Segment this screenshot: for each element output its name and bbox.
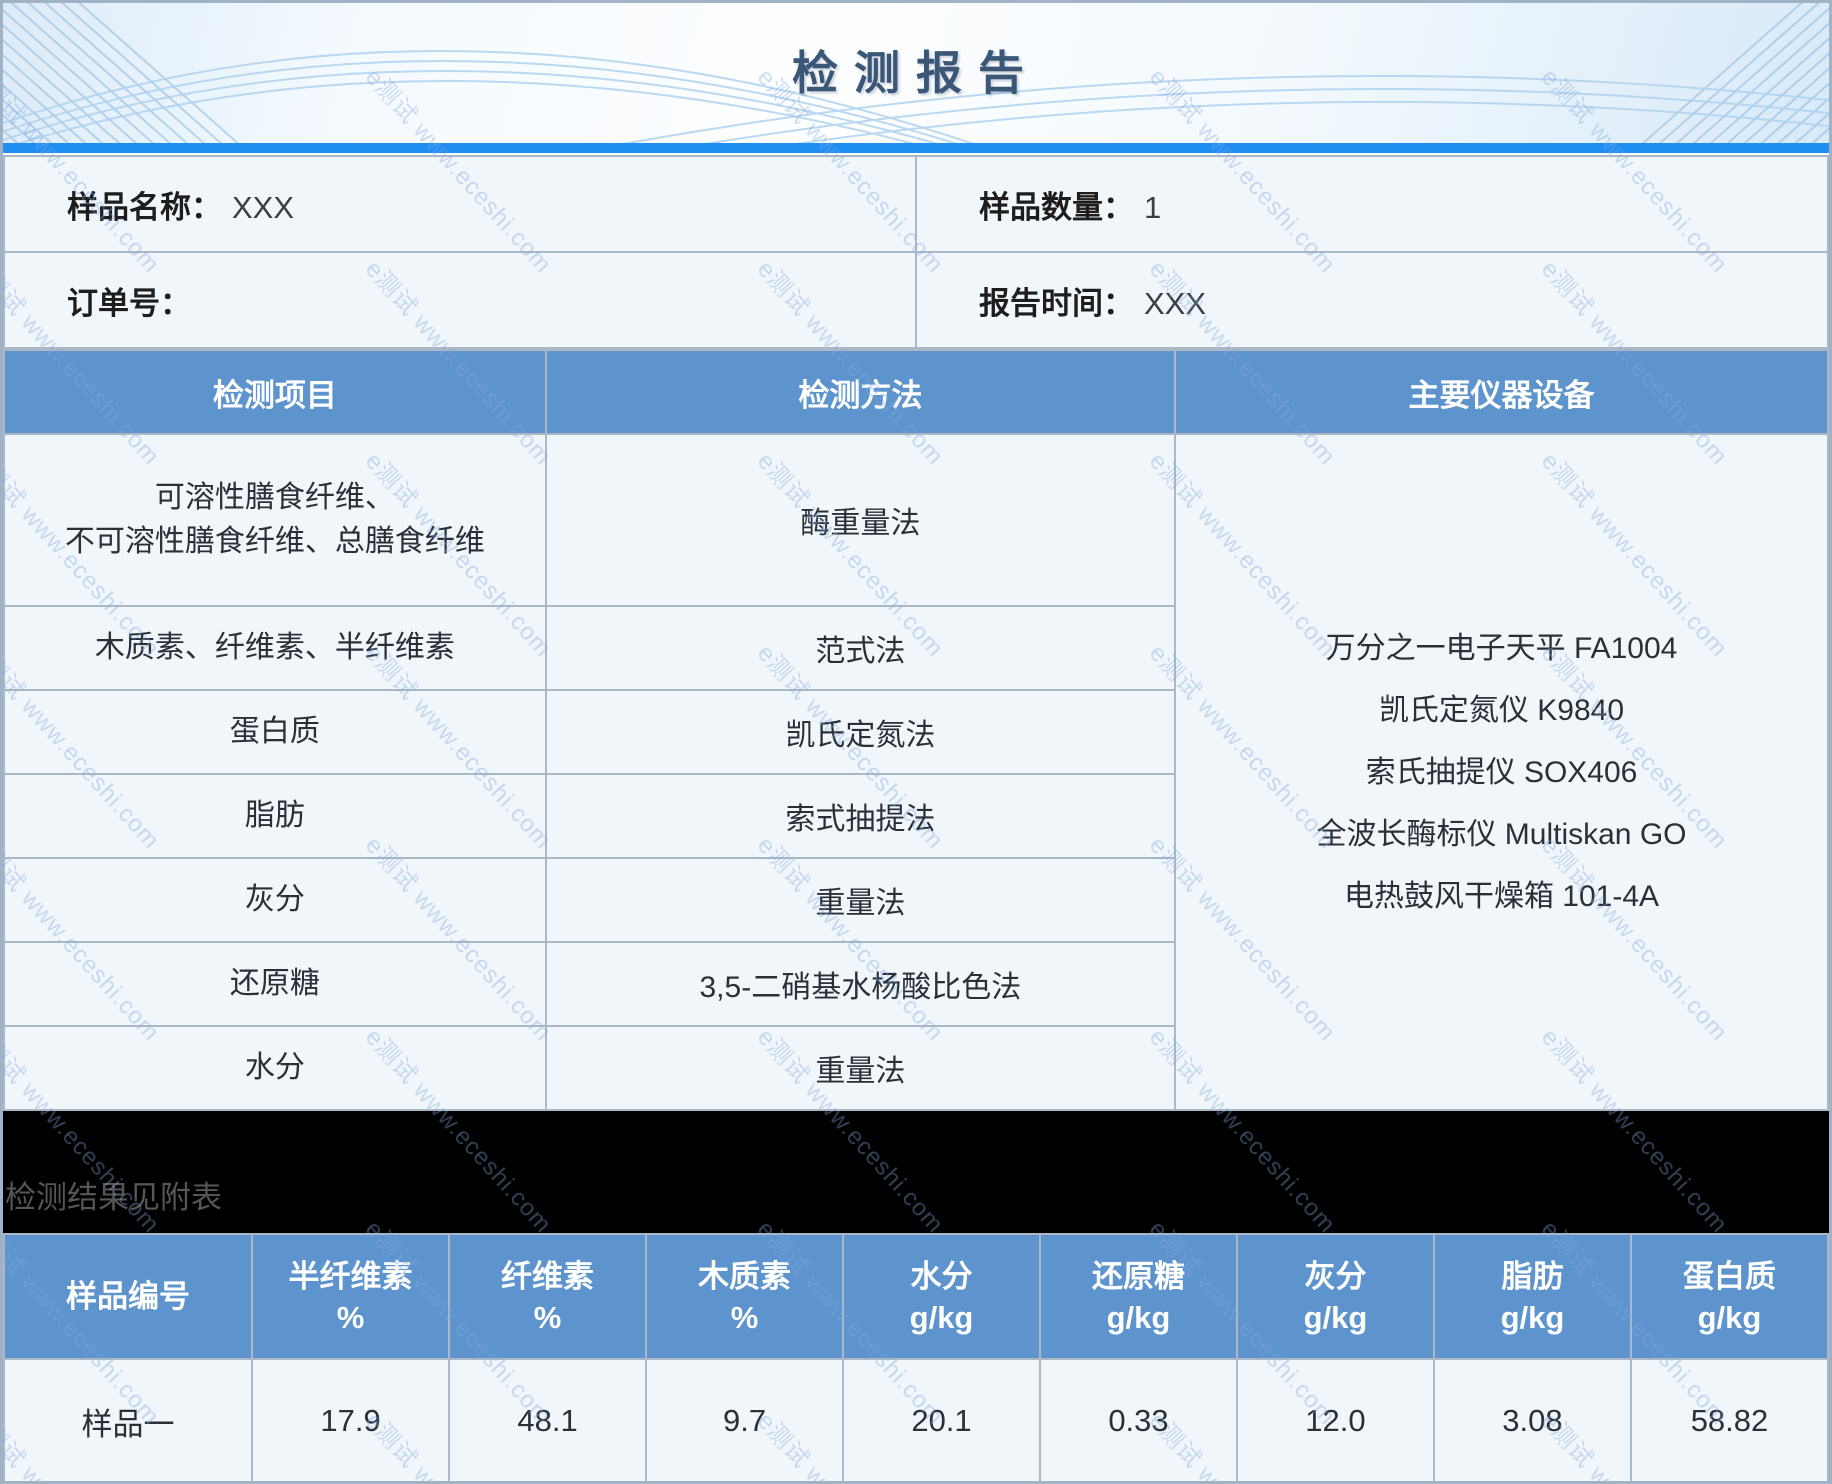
col-name: 半纤维素 [253, 1256, 448, 1297]
sample-name-value: XXX [232, 190, 294, 225]
method-cell: 范式法 [546, 606, 1175, 690]
order-no-label: 订单号： [67, 286, 191, 321]
item-cell: 木质素、纤维素、半纤维素 [4, 606, 546, 690]
result-cell-hemicellulose: 17.9 [252, 1359, 449, 1483]
result-cell-reducing-sugar: 0.33 [1040, 1359, 1237, 1483]
instrument-line: 电热鼓风干燥箱 101-4A [1176, 876, 1827, 917]
info-cell-sample-count: 样品数量： 1 [916, 156, 1828, 252]
col-unit: % [450, 1297, 645, 1338]
method-cell: 索式抽提法 [546, 774, 1175, 858]
result-col-hemicellulose: 半纤维素 % [252, 1234, 449, 1359]
info-row-1: 样品名称： XXX 样品数量： 1 [4, 156, 1828, 252]
result-data-row: 样品一 17.9 48.1 9.7 20.1 0.33 12.0 3.08 58… [4, 1359, 1828, 1483]
sample-count-value: 1 [1144, 190, 1161, 225]
info-cell-report-time: 报告时间： XXX [916, 252, 1828, 348]
col-unit: g/kg [1041, 1297, 1236, 1338]
method-cell: 重量法 [546, 1026, 1175, 1110]
report-time-label: 报告时间： [979, 286, 1134, 321]
header-test-methods: 检测方法 [546, 350, 1175, 434]
item-cell: 水分 [4, 1026, 546, 1110]
result-col-ash: 灰分 g/kg [1237, 1234, 1434, 1359]
method-cell: 酶重量法 [546, 434, 1175, 606]
sample-info-table: 样品名称： XXX 样品数量： 1 订单号： 报告时间： XXX [3, 155, 1829, 349]
col-unit: g/kg [1632, 1297, 1827, 1338]
sample-name-label: 样品名称： [67, 190, 222, 225]
col-unit: % [253, 1297, 448, 1338]
result-col-cellulose: 纤维素 % [449, 1234, 646, 1359]
results-table: 样品编号 半纤维素 % 纤维素 % 木质素 % 水分 g/kg 还原糖 g/kg [3, 1233, 1829, 1484]
result-cell-cellulose: 48.1 [449, 1359, 646, 1483]
result-col-reducing-sugar: 还原糖 g/kg [1040, 1234, 1237, 1359]
result-cell-sample-id: 样品一 [4, 1359, 252, 1483]
info-cell-sample-name: 样品名称： XXX [4, 156, 916, 252]
item-cell: 可溶性膳食纤维、 不可溶性膳食纤维、总膳食纤维 [4, 434, 546, 606]
col-unit: g/kg [1238, 1297, 1433, 1338]
method-cell: 重量法 [546, 858, 1175, 942]
col-name: 蛋白质 [1632, 1256, 1827, 1297]
results-header-row: 样品编号 半纤维素 % 纤维素 % 木质素 % 水分 g/kg 还原糖 g/kg [4, 1234, 1828, 1359]
note-text: 检测结果见附表 [3, 1172, 222, 1217]
result-col-fat: 脂肪 g/kg [1434, 1234, 1631, 1359]
result-cell-fat: 3.08 [1434, 1359, 1631, 1483]
method-row: 可溶性膳食纤维、 不可溶性膳食纤维、总膳食纤维 酶重量法 万分之一电子天平 FA… [4, 434, 1828, 606]
result-col-sample-id: 样品编号 [4, 1234, 252, 1359]
result-cell-ash: 12.0 [1237, 1359, 1434, 1483]
instrument-line: 索氏抽提仪 SOX406 [1176, 752, 1827, 793]
result-cell-protein: 58.82 [1631, 1359, 1828, 1483]
instruments-cell: 万分之一电子天平 FA1004 凯氏定氮仪 K9840 索氏抽提仪 SOX406… [1175, 434, 1828, 1110]
instrument-line: 全波长酶标仪 Multiskan GO [1176, 814, 1827, 855]
item-cell: 灰分 [4, 858, 546, 942]
method-table: 检测项目 检测方法 主要仪器设备 可溶性膳食纤维、 不可溶性膳食纤维、总膳食纤维… [3, 349, 1829, 1111]
result-cell-moisture: 20.1 [843, 1359, 1040, 1483]
report-banner: 检测报告 [3, 3, 1829, 143]
col-name: 还原糖 [1041, 1256, 1236, 1297]
header-instruments: 主要仪器设备 [1175, 350, 1828, 434]
method-cell: 3,5-二硝基水杨酸比色法 [546, 942, 1175, 1026]
instrument-line: 凯氏定氮仪 K9840 [1176, 690, 1827, 731]
note-bar: 检测结果见附表 [3, 1111, 1829, 1233]
method-cell: 凯氏定氮法 [546, 690, 1175, 774]
col-name: 纤维素 [450, 1256, 645, 1297]
header-test-items: 检测项目 [4, 350, 546, 434]
result-col-moisture: 水分 g/kg [843, 1234, 1040, 1359]
col-name: 木质素 [647, 1256, 842, 1297]
header-accent-bar [3, 143, 1829, 153]
result-cell-lignin: 9.7 [646, 1359, 843, 1483]
result-col-protein: 蛋白质 g/kg [1631, 1234, 1828, 1359]
sample-count-label: 样品数量： [979, 190, 1134, 225]
col-unit: g/kg [1435, 1297, 1630, 1338]
col-name: 灰分 [1238, 1256, 1433, 1297]
info-cell-order-no: 订单号： [4, 252, 916, 348]
col-unit: g/kg [844, 1297, 1039, 1338]
item-cell: 还原糖 [4, 942, 546, 1026]
item-cell: 蛋白质 [4, 690, 546, 774]
col-name: 水分 [844, 1256, 1039, 1297]
info-row-2: 订单号： 报告时间： XXX [4, 252, 1828, 348]
instrument-line: 万分之一电子天平 FA1004 [1176, 628, 1827, 669]
result-col-lignin: 木质素 % [646, 1234, 843, 1359]
item-cell: 脂肪 [4, 774, 546, 858]
col-unit: % [647, 1297, 842, 1338]
col-name: 样品编号 [5, 1276, 251, 1317]
method-table-header-row: 检测项目 检测方法 主要仪器设备 [4, 350, 1828, 434]
report-page: e测试 www.eceshi.come测试 www.eceshi.come测试 … [0, 0, 1832, 1484]
page-title: 检测报告 [3, 3, 1829, 143]
col-name: 脂肪 [1435, 1256, 1630, 1297]
report-time-value: XXX [1144, 286, 1206, 321]
